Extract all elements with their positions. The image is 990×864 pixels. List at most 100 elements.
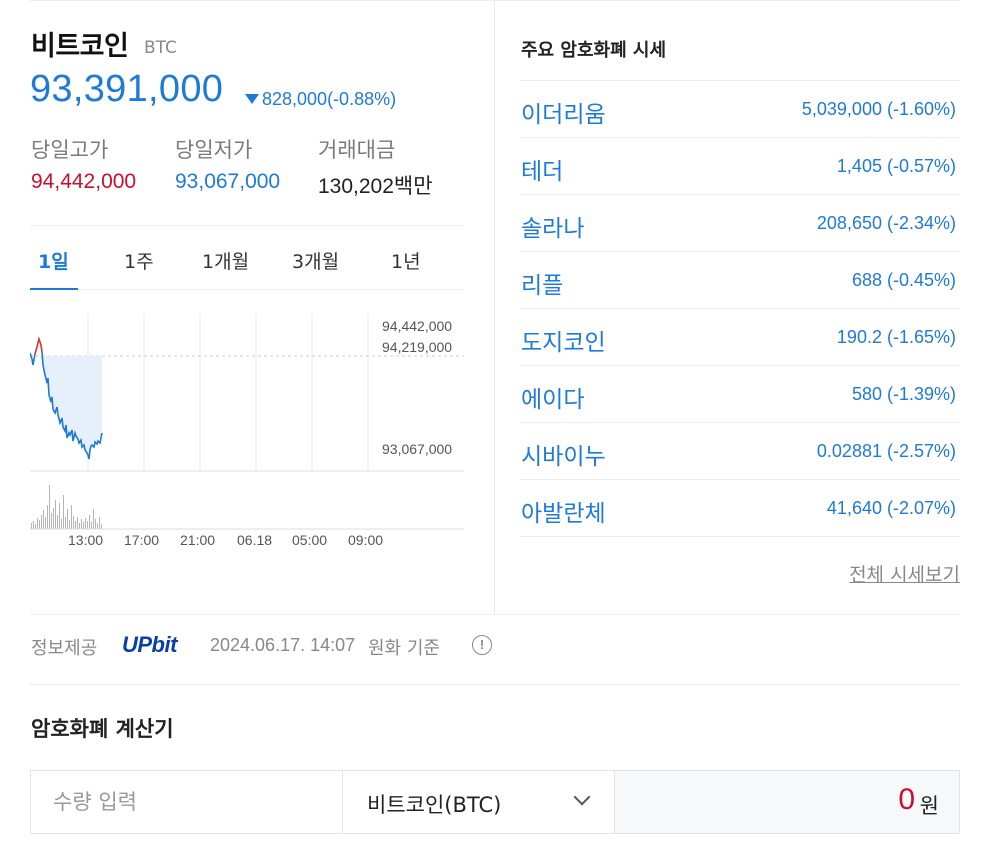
volume-bar xyxy=(51,513,52,529)
x-axis-label: 17:00 xyxy=(124,532,160,548)
coin-link[interactable]: 테더 xyxy=(521,152,563,186)
down-arrow-icon xyxy=(245,94,259,104)
timestamp: 2024.06.17. 14:07 xyxy=(210,635,356,655)
coin-price: 190.2 (-1.65%) xyxy=(836,327,956,347)
volume-bar xyxy=(43,510,44,529)
coin-link[interactable]: 아발란체 xyxy=(521,494,606,528)
coin-link[interactable]: 에이다 xyxy=(521,380,584,414)
x-axis-label: 13:00 xyxy=(68,532,104,548)
current-price: 93,391,000 xyxy=(30,68,224,110)
stat-value-volume: 130,202백만 xyxy=(318,175,433,198)
volume-bar xyxy=(95,519,96,529)
tab-1-year[interactable]: 1년 xyxy=(391,247,421,274)
x-axis-label: 21:00 xyxy=(180,532,216,548)
coin-name: 비트코인 xyxy=(31,31,129,62)
market-list: 이더리움 5,039,000 (-1.60%) 테더 1,405 (-0.57%) … xyxy=(520,80,960,537)
divider xyxy=(30,684,960,685)
volume-bar xyxy=(93,509,94,529)
x-axis-label: 06.18 xyxy=(237,532,273,548)
result-value: 0 xyxy=(898,783,915,816)
volume-bar xyxy=(77,517,78,529)
volume-bar xyxy=(75,521,76,529)
quantity-input[interactable] xyxy=(31,771,343,833)
stat-value-high: 94,442,000 xyxy=(31,170,137,193)
list-item[interactable]: 에이다 580 (-1.39%) xyxy=(520,365,960,422)
coin-price: 41,640 (-2.07%) xyxy=(826,498,956,518)
market-list-title: 주요 암호화폐 시세 xyxy=(521,40,667,61)
list-item[interactable]: 리플 688 (-0.45%) xyxy=(520,251,960,308)
volume-bar xyxy=(71,505,72,529)
x-axis-label: 09:00 xyxy=(348,532,384,548)
upbit-logo[interactable]: UPbit xyxy=(122,632,177,658)
coin-link[interactable]: 시바이누 xyxy=(521,437,606,471)
list-item[interactable]: 시바이누 0.02881 (-2.57%) xyxy=(520,422,960,479)
volume-bar xyxy=(83,522,84,529)
volume-bar xyxy=(91,522,92,529)
chart-line-up xyxy=(34,336,43,355)
calculator-title: 암호화폐 계산기 xyxy=(31,717,174,741)
active-tab-indicator xyxy=(30,288,78,290)
list-item[interactable]: 도지코인 190.2 (-1.65%) xyxy=(520,308,960,365)
stat-label-volume: 거래대금 xyxy=(318,138,396,162)
coin-link[interactable]: 리플 xyxy=(521,266,563,300)
divider xyxy=(30,225,464,226)
stat-label-low: 당일저가 xyxy=(175,138,253,162)
volume-bar xyxy=(73,516,74,529)
coin-price: 1,405 (-0.57%) xyxy=(836,156,956,176)
volume-bars xyxy=(31,485,102,529)
volume-bar xyxy=(35,524,36,529)
volume-bar xyxy=(87,521,88,529)
volume-bar xyxy=(79,523,80,529)
volume-bar xyxy=(101,524,102,529)
volume-bar xyxy=(67,509,68,529)
result-unit: 원 xyxy=(919,794,939,818)
volume-bar xyxy=(61,519,62,529)
calculator-result: 0 원 xyxy=(615,771,959,833)
calculator: 비트코인(BTC) 0 원 xyxy=(30,770,960,834)
volume-bar xyxy=(37,518,38,529)
volume-bar xyxy=(69,520,70,529)
coin-price: 5,039,000 (-1.60%) xyxy=(801,99,956,119)
stat-value-low: 93,067,000 xyxy=(175,170,281,193)
coin-link[interactable]: 솔라나 xyxy=(521,209,584,243)
volume-bar xyxy=(49,485,50,529)
tabs-baseline xyxy=(30,289,464,290)
tab-3-months[interactable]: 3개월 xyxy=(292,247,339,274)
tab-1-day[interactable]: 1일 xyxy=(38,247,69,274)
chart-area-fill xyxy=(30,356,102,455)
volume-bar xyxy=(85,518,86,529)
chevron-down-icon xyxy=(573,788,591,806)
coin-price: 0.02881 (-2.57%) xyxy=(816,441,956,461)
list-item[interactable]: 이더리움 5,039,000 (-1.60%) xyxy=(520,80,960,137)
y-axis-label: 93,067,000 xyxy=(382,441,453,457)
volume-bar xyxy=(81,519,82,529)
stat-label-high: 당일고가 xyxy=(31,138,109,162)
volume-bar xyxy=(63,495,64,529)
price-change: 828,000(-0.88%) xyxy=(262,89,397,109)
volume-bar xyxy=(47,505,48,529)
coin-select[interactable]: 비트코인(BTC) xyxy=(344,771,615,833)
currency-basis: 원화 기준 xyxy=(368,638,440,659)
volume-bar xyxy=(53,508,54,529)
list-item[interactable]: 테더 1,405 (-0.57%) xyxy=(520,137,960,194)
top-divider xyxy=(30,0,960,1)
view-all-prices-link[interactable]: 전체 시세보기 xyxy=(849,560,960,587)
y-axis-label: 94,442,000 xyxy=(382,318,453,334)
divider xyxy=(30,614,960,615)
list-item[interactable]: 솔라나 208,650 (-2.34%) xyxy=(520,194,960,251)
coin-symbol: BTC xyxy=(144,38,177,58)
coin-link[interactable]: 도지코인 xyxy=(521,323,606,357)
coin-price: 688 (-0.45%) xyxy=(851,270,956,290)
y-axis-label: 94,219,000 xyxy=(382,339,453,355)
coin-link[interactable]: 이더리움 xyxy=(521,95,606,129)
coin-price: 208,650 (-2.34%) xyxy=(816,213,956,233)
list-item[interactable]: 아발란체 41,640 (-2.07%) xyxy=(520,479,960,537)
volume-bar xyxy=(89,515,90,529)
x-axis-label: 05:00 xyxy=(292,532,328,548)
tab-1-month[interactable]: 1개월 xyxy=(202,247,249,274)
volume-bar xyxy=(55,500,56,529)
info-icon[interactable]: ! xyxy=(472,635,492,655)
volume-bar xyxy=(97,523,98,529)
tab-1-week[interactable]: 1주 xyxy=(124,247,154,274)
volume-bar xyxy=(39,520,40,529)
